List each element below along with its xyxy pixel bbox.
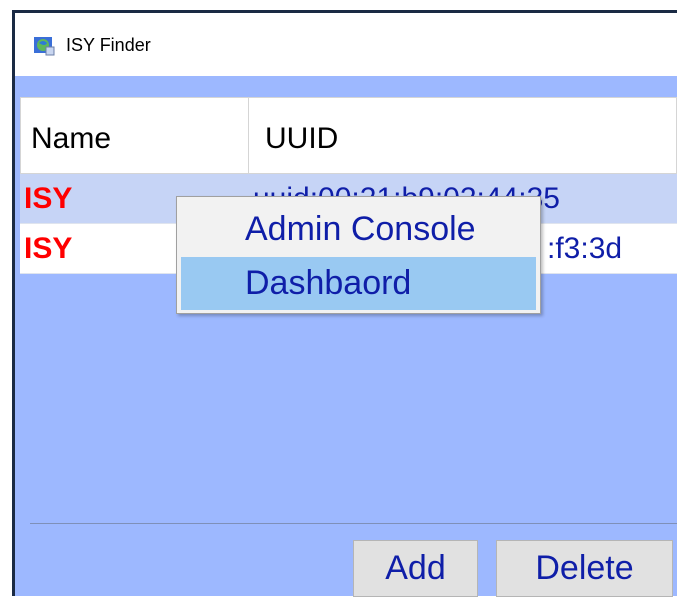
column-header-name[interactable]: Name xyxy=(31,122,111,156)
footer-divider xyxy=(30,523,677,524)
table-header: Name UUID xyxy=(20,97,677,175)
menu-item-label: Admin Console xyxy=(245,210,476,248)
window-title: ISY Finder xyxy=(66,35,151,55)
add-button[interactable]: Add xyxy=(353,540,478,597)
cell-uuid: :f3:3d xyxy=(547,232,623,265)
delete-button[interactable]: Delete xyxy=(496,540,673,597)
menu-item-label: Dashbaord xyxy=(245,264,412,302)
context-menu: Admin Console Dashbaord xyxy=(176,196,541,314)
globe-app-icon xyxy=(34,37,55,56)
title-bar[interactable]: ISY Finder xyxy=(15,13,677,76)
menu-item-admin-console[interactable]: Admin Console xyxy=(181,203,536,256)
column-header-uuid[interactable]: UUID xyxy=(265,122,338,156)
cell-name: ISY xyxy=(24,182,73,215)
column-divider[interactable] xyxy=(248,98,249,175)
menu-item-dashboard[interactable]: Dashbaord xyxy=(181,257,536,310)
cell-name: ISY xyxy=(24,232,73,265)
